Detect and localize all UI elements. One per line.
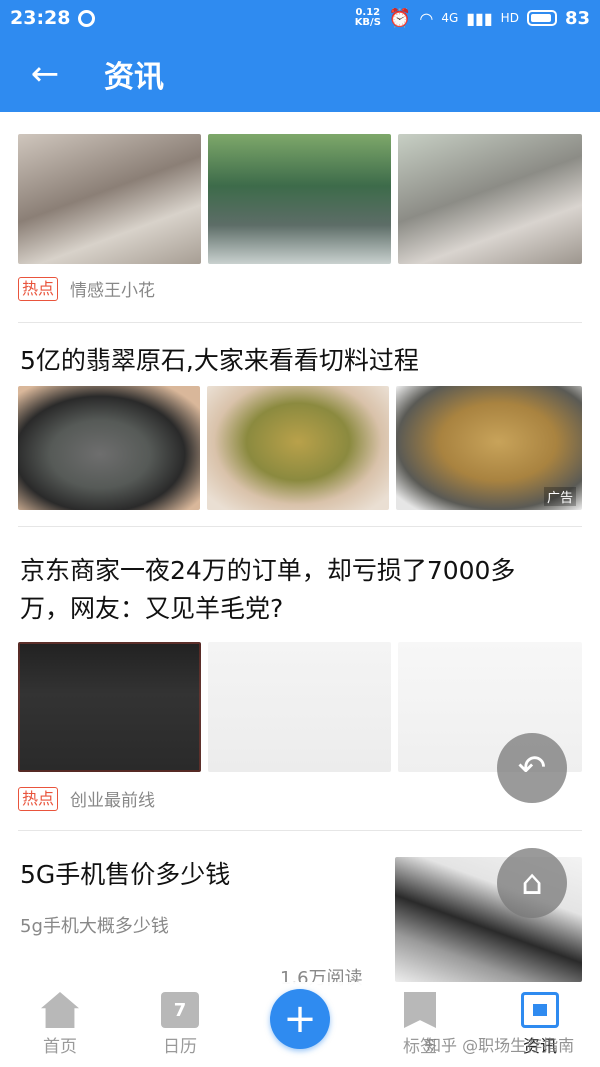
status-time: 23:28 bbox=[10, 7, 71, 29]
battery-level: 83 bbox=[564, 7, 590, 29]
news-feed[interactable]: 热点 情感王小花 5亿的翡翠原石,大家来看看切料过程 广告 京东商家一夜24万的… bbox=[0, 112, 600, 982]
news-title: 5亿的翡翠原石,大家来看看切料过程 bbox=[20, 346, 419, 375]
home-float-button[interactable]: ⌂ bbox=[497, 848, 567, 918]
tab-label: 首页 bbox=[43, 1037, 77, 1057]
hot-badge: 热点 bbox=[18, 276, 59, 301]
news-image: 广告 bbox=[396, 386, 582, 510]
news-title-line2: 万，网友：又见羊毛党? bbox=[20, 594, 284, 623]
signal-icon: ▮▮▮ bbox=[466, 8, 493, 28]
divider bbox=[18, 322, 582, 323]
ad-label: 广告 bbox=[543, 487, 576, 506]
app-bar: ← 资讯 bbox=[0, 36, 600, 112]
calendar-icon: 7 bbox=[161, 992, 199, 1028]
news-image bbox=[18, 134, 201, 264]
news-source: 情感王小花 bbox=[70, 281, 156, 301]
news-title: 5G手机售价多少钱 bbox=[20, 860, 231, 889]
tab-label: 日历 bbox=[163, 1037, 197, 1057]
news-image bbox=[18, 386, 200, 510]
network-type: 4G bbox=[441, 11, 459, 25]
news-image-row: 广告 bbox=[18, 386, 582, 510]
notification-icon bbox=[78, 9, 96, 27]
network-speed: 0.12 KB/S bbox=[354, 7, 381, 28]
tab-calendar[interactable]: 7 日历 bbox=[120, 982, 240, 1067]
tab-publish[interactable]: + bbox=[240, 982, 360, 1067]
news-icon bbox=[521, 992, 559, 1028]
status-bar: 23:28 0.12 KB/S ⏰ ◠ 4G ▮▮▮ HD 83 bbox=[0, 0, 600, 36]
divider bbox=[18, 830, 582, 831]
news-image-row bbox=[18, 642, 582, 772]
battery-icon bbox=[526, 10, 557, 26]
tab-home[interactable]: 首页 bbox=[0, 982, 120, 1067]
news-meta: 热点 创业最前线 bbox=[18, 786, 155, 811]
news-image bbox=[398, 134, 582, 264]
hd-icon: HD bbox=[500, 11, 519, 25]
news-image bbox=[207, 386, 389, 510]
news-image bbox=[208, 134, 391, 264]
house-icon: ⌂ bbox=[521, 863, 543, 903]
refresh-button[interactable]: ↶ bbox=[497, 733, 567, 803]
watermark: 知乎 @职场生存指南 bbox=[425, 1036, 575, 1055]
news-title: 京东商家一夜24万的订单，却亏损了7000多 bbox=[20, 556, 516, 585]
news-subtitle: 5g手机大概多少钱 bbox=[20, 916, 169, 937]
back-button[interactable]: ← bbox=[0, 36, 90, 112]
divider bbox=[18, 526, 582, 527]
news-image bbox=[18, 642, 201, 772]
news-image-row bbox=[18, 134, 582, 264]
hot-badge: 热点 bbox=[18, 786, 59, 811]
news-image bbox=[208, 642, 391, 772]
news-meta: 热点 情感王小花 bbox=[18, 276, 155, 301]
status-right: 0.12 KB/S ⏰ ◠ 4G ▮▮▮ HD 83 bbox=[355, 8, 590, 29]
wifi-icon: ◠ bbox=[419, 8, 434, 28]
calendar-day: 7 bbox=[173, 999, 187, 1021]
news-source: 创业最前线 bbox=[70, 791, 156, 811]
bookmark-icon bbox=[404, 992, 436, 1028]
page-title: 资讯 bbox=[104, 60, 164, 95]
alarm-icon: ⏰ bbox=[388, 7, 412, 29]
plus-icon: + bbox=[270, 989, 330, 1049]
arrow-left-icon: ← bbox=[30, 54, 60, 94]
home-icon bbox=[41, 992, 79, 1028]
undo-icon: ↶ bbox=[517, 748, 547, 788]
